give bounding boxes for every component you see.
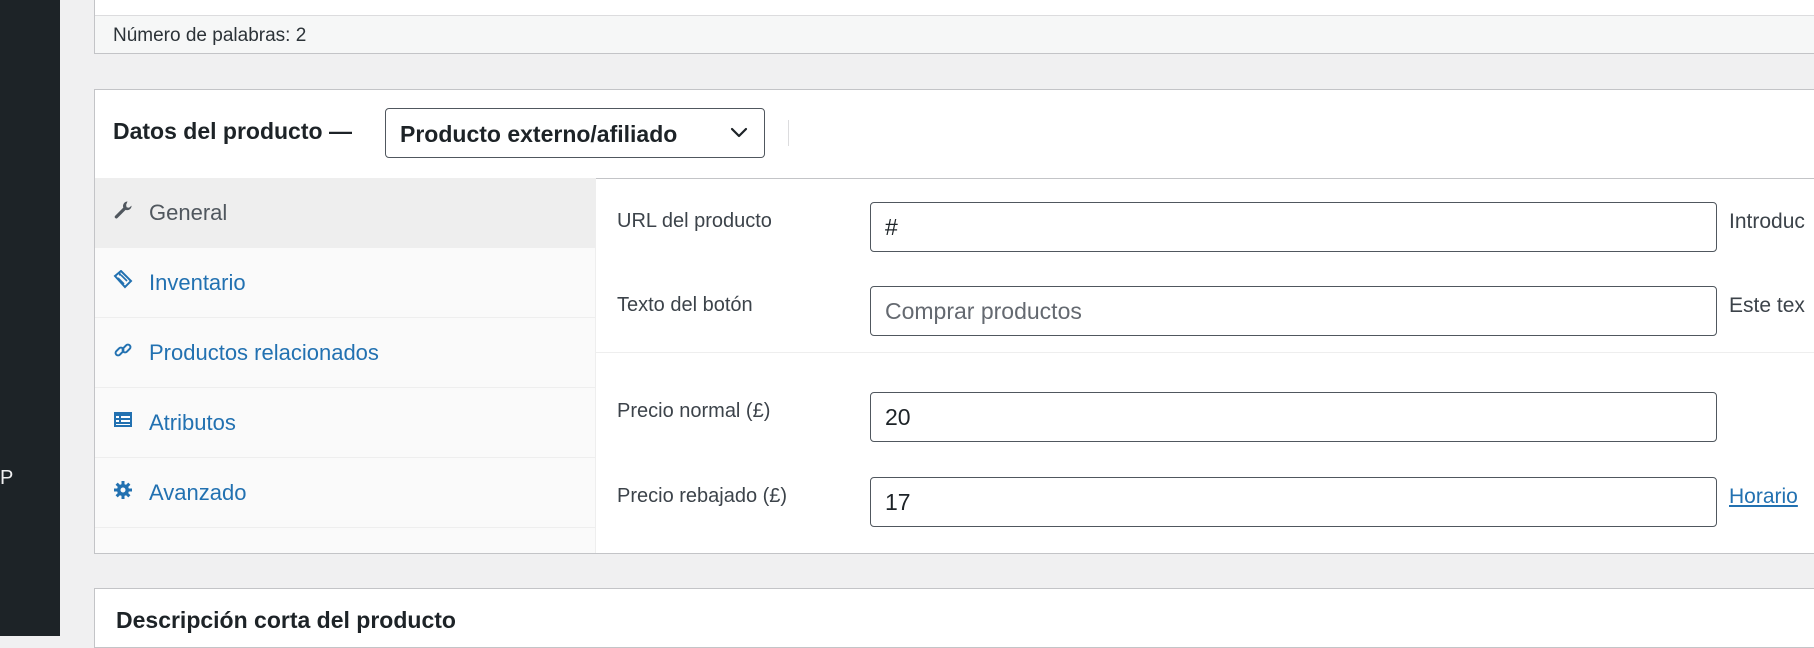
header-divider	[788, 120, 789, 146]
product-data-header: Datos del producto — Producto externo/af…	[95, 90, 1814, 179]
product-url-description: Introduc	[1729, 210, 1805, 233]
gear-icon	[114, 481, 132, 499]
regular-price-row: Precio normal (£)	[596, 368, 1814, 452]
product-url-label: URL del producto	[617, 210, 772, 232]
general-tab-panel: URL del producto Introduc Texto del botó…	[596, 178, 1814, 553]
wrench-icon	[114, 201, 132, 219]
pricing-divider	[596, 352, 1814, 353]
product-type-value: Producto externo/afiliado	[400, 121, 678, 147]
tab-general-label: General	[149, 200, 228, 225]
product-data-tabs: General Inventario Productos relacionado…	[95, 178, 596, 553]
button-text-row: Texto del botón Este tex	[596, 262, 1814, 346]
product-data-panel: Datos del producto — Producto externo/af…	[94, 89, 1814, 554]
tab-linked-products[interactable]: Productos relacionados	[95, 318, 595, 388]
sale-price-row: Precio rebajado (£) Horario	[596, 453, 1814, 537]
button-text-description: Este tex	[1729, 294, 1805, 317]
button-text-label: Texto del botón	[617, 294, 753, 316]
word-count-status: Número de palabras: 2	[95, 15, 1814, 53]
tab-general[interactable]: General	[95, 178, 595, 248]
sidebar-partial-label[interactable]: P	[0, 466, 13, 490]
tab-attributes[interactable]: Atributos	[95, 388, 595, 458]
schedule-link[interactable]: Horario	[1729, 485, 1798, 509]
product-url-input[interactable]	[870, 202, 1717, 252]
tab-attributes-label: Atributos	[149, 410, 236, 435]
product-data-title: Datos del producto —	[113, 118, 352, 144]
word-count-text: Número de palabras: 2	[113, 25, 307, 46]
tag-icon	[113, 270, 133, 289]
tab-linked-products-label: Productos relacionados	[149, 340, 379, 365]
tab-inventory-label: Inventario	[149, 270, 246, 295]
sale-price-label: Precio rebajado (£)	[617, 485, 788, 507]
word-count-bar: Número de palabras: 2	[94, 0, 1814, 54]
table-icon	[114, 412, 132, 427]
product-type-select[interactable]: Producto externo/afiliado	[385, 108, 765, 158]
tab-advanced[interactable]: Avanzado	[95, 458, 595, 528]
regular-price-label: Precio normal (£)	[617, 400, 771, 422]
product-url-row: URL del producto Introduc	[596, 178, 1814, 262]
short-description-title: Descripción corta del producto	[116, 607, 456, 633]
regular-price-input[interactable]	[870, 392, 1717, 442]
tab-inventory[interactable]: Inventario	[95, 248, 595, 318]
chevron-down-icon	[730, 127, 748, 138]
link-icon	[114, 343, 132, 357]
short-description-panel: Descripción corta del producto	[94, 588, 1814, 648]
button-text-input[interactable]	[870, 286, 1717, 336]
tab-advanced-label: Avanzado	[149, 480, 247, 505]
sale-price-input[interactable]	[870, 477, 1717, 527]
admin-sidebar: P	[0, 0, 60, 636]
